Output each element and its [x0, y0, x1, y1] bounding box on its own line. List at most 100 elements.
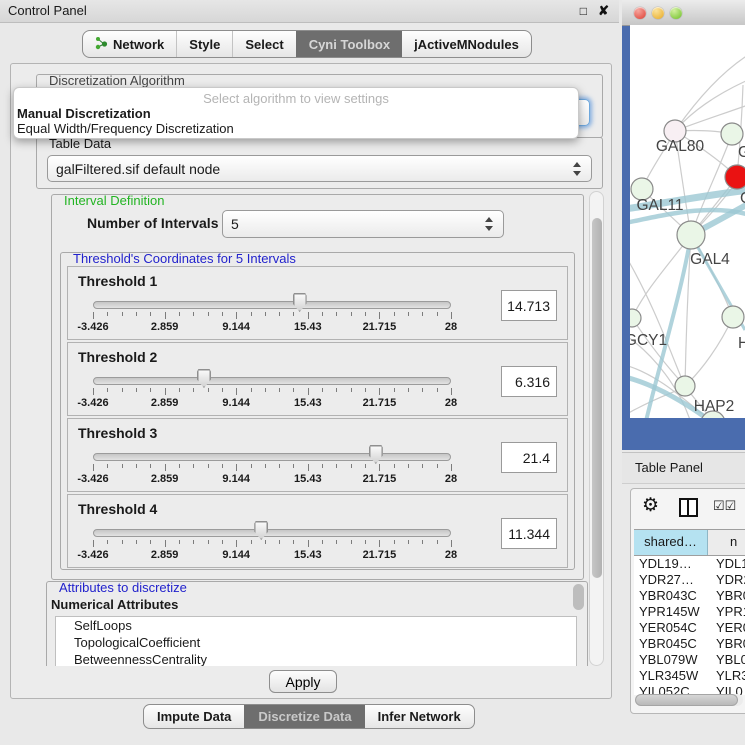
threshold-value-field[interactable]: 14.713 [501, 290, 557, 321]
attributes-list-scrollbar[interactable] [573, 584, 584, 628]
table-row[interactable]: YPR145WYPR1 [634, 604, 745, 620]
table-row[interactable]: YDL19…YDL1 [634, 556, 745, 572]
GCY1-node[interactable] [630, 309, 641, 327]
slider-tick [308, 540, 309, 547]
HAP2-node[interactable] [675, 376, 695, 396]
gear-icon[interactable]: ⚙ [642, 494, 659, 517]
slider-tick-label: 28 [445, 397, 457, 409]
settings-vertical-scrollbar[interactable] [589, 191, 604, 666]
scrollbar-thumb[interactable] [592, 218, 602, 578]
column-header-name[interactable]: n [708, 530, 745, 555]
table-row[interactable]: YDR27…YDR2 [634, 572, 745, 588]
threshold-slider[interactable]: -3.4262.8599.14415.4321.71528 [93, 443, 451, 489]
gene-node[interactable] [721, 123, 743, 145]
slider-track[interactable] [93, 529, 451, 537]
tab-select[interactable]: Select [232, 31, 295, 57]
select-checkboxes-icon[interactable]: ☑☑ [713, 498, 736, 514]
slider-tick [193, 540, 194, 544]
dropdown-option-equal-width-frequency-discretization[interactable]: Equal Width/Frequency Discretization [14, 121, 578, 136]
table-row[interactable]: YBL079WYBL0 [634, 652, 745, 668]
attribute-item-topologicalcoefficient[interactable]: TopologicalCoefficient [56, 634, 576, 651]
threshold-slider[interactable]: -3.4262.8599.14415.4321.71528 [93, 367, 451, 413]
slider-track[interactable] [93, 453, 451, 461]
threshold-slider[interactable]: -3.4262.8599.14415.4321.71528 [93, 291, 451, 337]
tab-cyni-toolbox[interactable]: Cyni Toolbox [296, 31, 402, 57]
attribute-item-betweennesscentrality[interactable]: BetweennessCentrality [56, 651, 576, 666]
gene-node-right[interactable] [722, 306, 744, 328]
cell-name: YBL0 [708, 652, 745, 668]
scrollbar-thumb[interactable] [573, 584, 584, 610]
tab-style[interactable]: Style [176, 31, 232, 57]
slider-tick-label: 21.715 [363, 473, 397, 485]
tab-infer-network[interactable]: Infer Network [365, 705, 474, 728]
network-edge[interactable] [685, 317, 733, 386]
slider-tick [179, 464, 180, 468]
slider-tick [193, 464, 194, 468]
apply-button[interactable]: Apply [269, 670, 337, 693]
number-of-intervals-combobox[interactable]: 5 [222, 210, 504, 238]
threshold-value-field[interactable]: 6.316 [501, 366, 557, 397]
slider-tick [408, 464, 409, 468]
control-panel: Control Panel □ ✘ Network StyleSelectCyni… [0, 0, 619, 745]
column-header-shared-name[interactable]: shared… [634, 530, 708, 555]
threshold-value-field[interactable]: 21.4 [501, 442, 557, 473]
table-row[interactable]: YLR345WYLR3 [634, 668, 745, 684]
bottom-tab-bar: Impute DataDiscretize DataInfer Network [143, 704, 475, 729]
slider-tick-label: -3.426 [77, 549, 108, 561]
numerical-attributes-list[interactable]: SelfLoopsTopologicalCoefficientBetweenne… [55, 616, 577, 666]
table-row[interactable]: YBR045CYBR0 [634, 636, 745, 652]
zoom-window-icon[interactable] [670, 7, 682, 19]
thresholds-group-label: Threshold's Coordinates for 5 Intervals [70, 252, 299, 265]
selected-red-node[interactable] [725, 165, 745, 189]
slider-tick-label: -3.426 [77, 397, 108, 409]
slider-thumb[interactable] [197, 369, 211, 388]
tab-network[interactable]: Network [83, 31, 176, 57]
minimize-window-icon[interactable] [652, 7, 664, 19]
slider-tick [293, 312, 294, 316]
slider-tick-label: 2.859 [151, 397, 179, 409]
threshold-slider[interactable]: -3.4262.8599.14415.4321.71528 [93, 519, 451, 565]
table-horizontal-scrollbar[interactable] [635, 694, 743, 706]
slider-tick [422, 312, 423, 316]
close-panel-icon[interactable]: ✘ [598, 0, 609, 22]
column-settings-icon[interactable] [679, 498, 698, 517]
slider-track[interactable] [93, 377, 451, 385]
cell-shared-name: YLR345W [634, 668, 708, 684]
slider-tick [379, 540, 380, 547]
scrollbar-thumb[interactable] [635, 694, 738, 706]
slider-tick [437, 312, 438, 316]
control-panel-title: Control Panel [0, 3, 87, 18]
threshold-title: Threshold 3 [78, 425, 157, 441]
slider-tick [136, 540, 137, 544]
tab-discretize-data[interactable]: Discretize Data [244, 705, 364, 728]
threshold-panel: Threshold 4-3.4262.8599.14415.4321.71528… [67, 494, 568, 568]
slider-tick [93, 312, 94, 319]
float-window-icon[interactable]: □ [580, 0, 587, 22]
tab-impute-data[interactable]: Impute Data [144, 705, 244, 728]
close-window-icon[interactable] [634, 7, 646, 19]
slider-track[interactable] [93, 301, 451, 309]
slider-tick [236, 312, 237, 319]
slider-tick [451, 312, 452, 319]
GAL4-node[interactable] [677, 221, 705, 249]
dropdown-option-manual-discretization[interactable]: Manual Discretization [14, 106, 578, 121]
slider-thumb[interactable] [293, 293, 307, 312]
table-row[interactable]: YBR043CYBR0 [634, 588, 745, 604]
slider-tick [93, 388, 94, 395]
table-data-combobox[interactable]: galFiltered.sif default node [47, 155, 592, 182]
slider-thumb[interactable] [254, 521, 268, 540]
slider-tick [107, 540, 108, 544]
slider-tick [422, 388, 423, 392]
slider-tick [394, 312, 395, 316]
network-canvas[interactable]: GAL80GCGAL11GAL4GCY1HHAP2 [630, 25, 745, 418]
tab-label: Network [113, 37, 164, 52]
slider-thumb[interactable] [369, 445, 383, 464]
table-row[interactable]: YER054CYER0 [634, 620, 745, 636]
tab-jactivemnodules[interactable]: jActiveMNodules [402, 31, 531, 57]
slider-tick [122, 388, 123, 392]
numerical-attributes-label: Numerical Attributes [51, 597, 178, 612]
attribute-item-selfloops[interactable]: SelfLoops [56, 617, 576, 634]
slider-tick [422, 540, 423, 544]
combo-spinner-icon [485, 217, 494, 231]
threshold-value-field[interactable]: 11.344 [501, 518, 557, 549]
